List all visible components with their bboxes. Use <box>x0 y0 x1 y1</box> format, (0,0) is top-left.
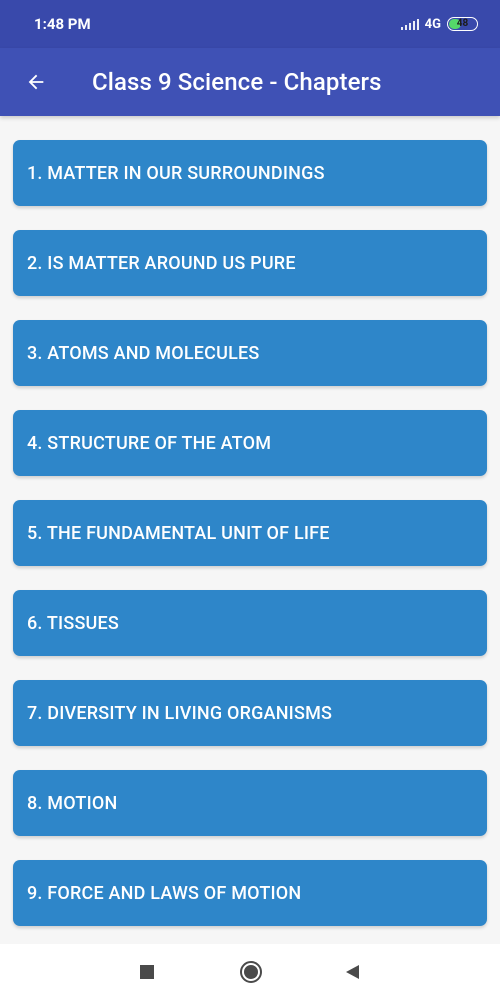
chapter-button[interactable]: 2. IS MATTER AROUND US PURE <box>13 230 487 296</box>
signal-icon <box>400 18 419 30</box>
status-time: 1:48 PM <box>34 15 91 33</box>
chapter-button[interactable]: 6. TISSUES <box>13 590 487 656</box>
chapter-button[interactable]: 7. DIVERSITY IN LIVING ORGANISMS <box>13 680 487 746</box>
chapter-list: 1. MATTER IN OUR SURROUNDINGS 2. IS MATT… <box>0 140 500 926</box>
chapter-button[interactable]: 3. ATOMS AND MOLECULES <box>13 320 487 386</box>
network-type: 4G <box>424 16 441 32</box>
battery-icon: 48 <box>447 17 478 31</box>
chapter-button[interactable]: 4. STRUCTURE OF THE ATOM <box>13 410 487 476</box>
status-bar: 1:48 PM 4G 48 <box>0 0 500 48</box>
home-button[interactable] <box>221 944 281 1000</box>
chapter-button[interactable]: 1. MATTER IN OUR SURROUNDINGS <box>13 140 487 206</box>
back-button[interactable] <box>0 48 72 116</box>
chapter-button[interactable]: 8. MOTION <box>13 770 487 836</box>
arrow-left-icon <box>28 74 44 90</box>
battery-level: 48 <box>456 18 469 29</box>
chapter-list-container[interactable]: 1. MATTER IN OUR SURROUNDINGS 2. IS MATT… <box>0 116 500 944</box>
home-circle-icon <box>240 961 262 983</box>
chapter-button[interactable]: 9. FORCE AND LAWS OF MOTION <box>13 860 487 926</box>
app-bar: Class 9 Science - Chapters <box>0 48 500 116</box>
chapter-button[interactable]: 5. THE FUNDAMENTAL UNIT OF LIFE <box>13 500 487 566</box>
recents-square-icon <box>140 965 154 979</box>
navigation-bar <box>0 944 500 1000</box>
back-nav-button[interactable] <box>322 944 382 1000</box>
recents-button[interactable] <box>117 944 177 1000</box>
status-indicators: 4G 48 <box>400 16 478 32</box>
page-title: Class 9 Science - Chapters <box>92 68 382 96</box>
back-triangle-icon <box>346 965 359 979</box>
